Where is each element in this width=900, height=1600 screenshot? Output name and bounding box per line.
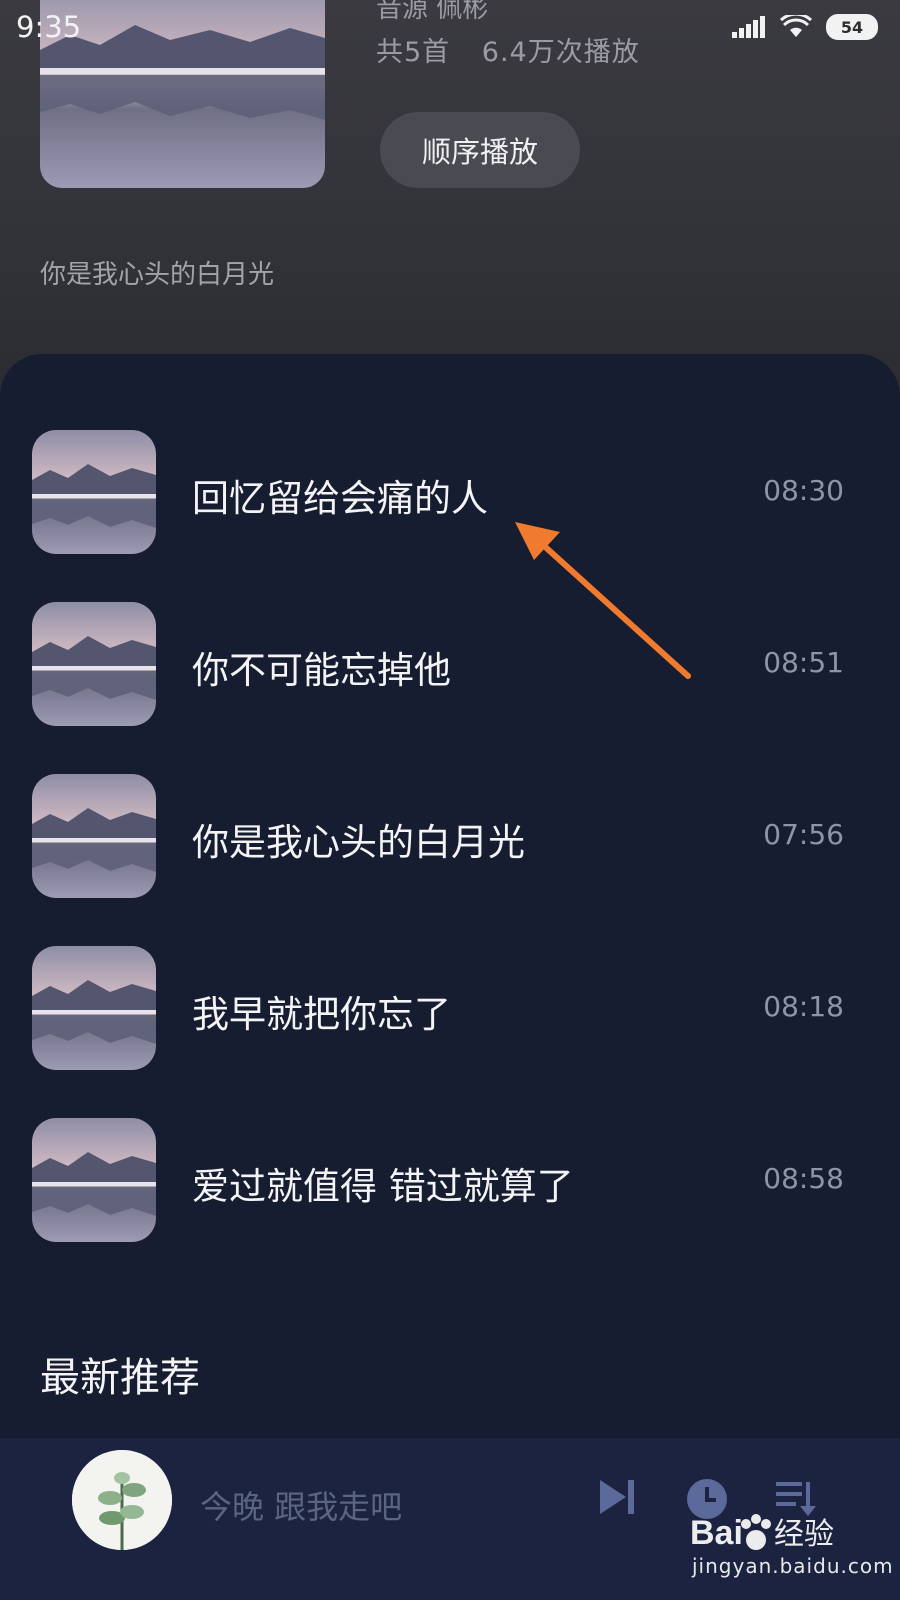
svg-text:Bai: Bai (690, 1514, 743, 1552)
song-duration: 08:18 (763, 990, 844, 1023)
song-title: 爱过就值得 错过就算了 (192, 1165, 574, 1208)
song-count: 共5首 (376, 37, 451, 68)
album-source: 音源 佩彬 (376, 0, 489, 24)
song-duration: 08:58 (763, 1162, 844, 1195)
song-thumbnail (32, 602, 156, 726)
now-playing-cover[interactable] (72, 1450, 172, 1550)
song-title: 你不可能忘掉他 (192, 649, 451, 692)
song-duration: 07:56 (763, 818, 844, 851)
song-row[interactable]: 你不可能忘掉他 08:51 (0, 602, 900, 726)
baidu-paw-logo: Bai 经验 (690, 1514, 834, 1552)
song-row[interactable]: 爱过就值得 错过就算了 08:58 (0, 1118, 900, 1242)
now-playing-title[interactable]: 今晚 跟我走吧 (200, 1482, 402, 1528)
album-cover (40, 0, 325, 188)
signal-icon (732, 16, 765, 38)
svg-text:经验: 经验 (774, 1517, 834, 1552)
song-row[interactable]: 你是我心头的白月光 07:56 (0, 774, 900, 898)
album-stats: 共5首 6.4万次播放 (376, 30, 662, 69)
album-description: 你是我心头的白月光 (40, 260, 275, 290)
status-icons: 54 (732, 14, 878, 40)
song-title: 我早就把你忘了 (192, 993, 451, 1036)
song-row[interactable]: 我早就把你忘了 08:18 (0, 946, 900, 1070)
play-count: 6.4万次播放 (481, 37, 640, 68)
watermark-url: jingyan.baidu.com (692, 1554, 894, 1578)
status-time: 9:35 (16, 10, 82, 44)
song-title: 你是我心头的白月光 (192, 821, 525, 864)
song-thumbnail (32, 430, 156, 554)
section-title: 最新推荐 (40, 1355, 200, 1401)
song-duration: 08:30 (763, 474, 844, 507)
next-track-icon[interactable] (598, 1478, 638, 1516)
song-thumbnail (32, 774, 156, 898)
song-duration: 08:51 (763, 646, 844, 679)
song-row[interactable]: 回忆留给会痛的人 08:30 (0, 430, 900, 554)
song-thumbnail (32, 1118, 156, 1242)
album-header: 9:35 54 音源 佩彬 共5首 6.4万次播放 顺序播放 你是我心头的白月光 (0, 0, 900, 380)
song-title: 回忆留给会痛的人 (192, 477, 488, 520)
song-thumbnail (32, 946, 156, 1070)
wifi-icon (780, 15, 812, 37)
sequential-play-button[interactable]: 顺序播放 (380, 112, 580, 188)
battery-icon: 54 (826, 14, 878, 40)
